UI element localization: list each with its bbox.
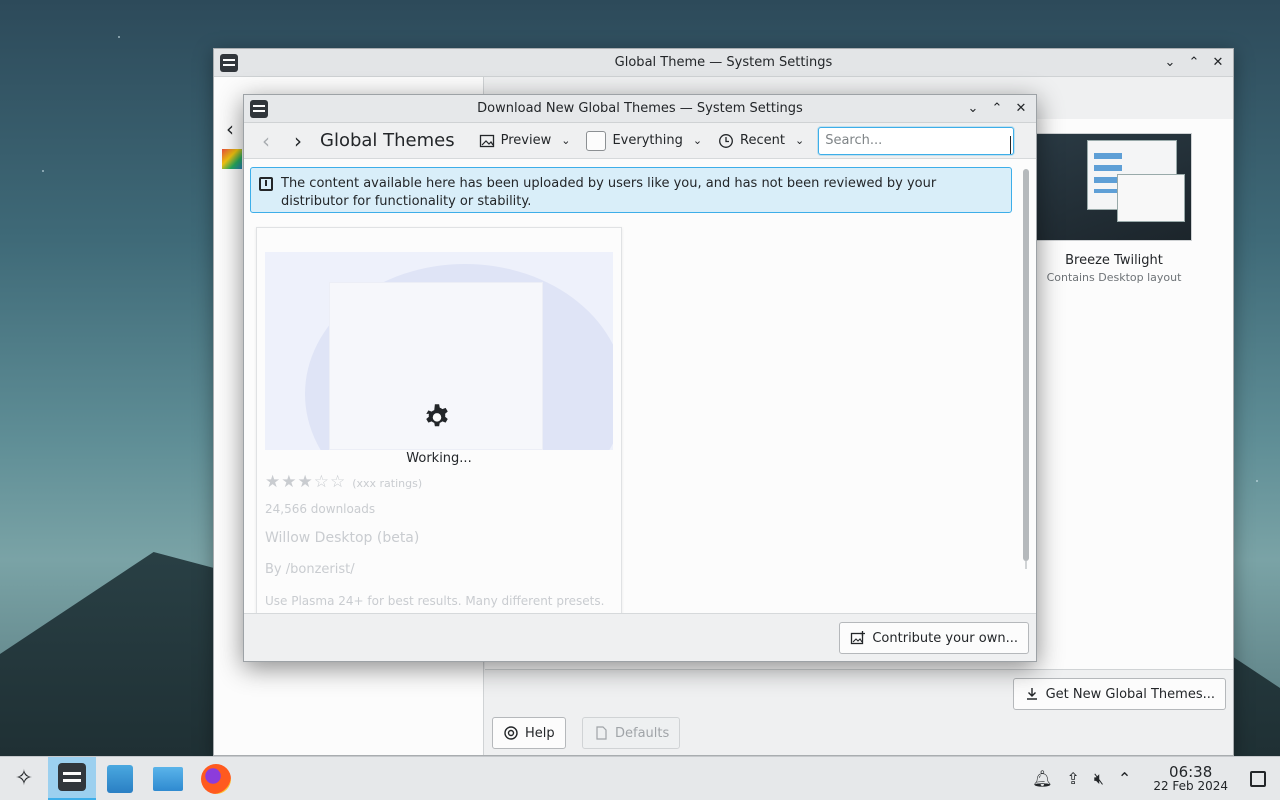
system-settings-app-icon xyxy=(250,99,268,118)
chevron-down-icon: ⌄ xyxy=(794,134,805,147)
view-mode-label: Preview xyxy=(500,133,552,148)
go-back-icon[interactable]: ‹ xyxy=(252,127,280,155)
task-system-settings[interactable] xyxy=(48,756,96,800)
settings-footer: Get New Global Themes... Help Defaults xyxy=(485,669,1233,755)
theme-name: Breeze Twilight xyxy=(1065,253,1163,268)
theme-item-description: Use Plasma 24+ for best results. Many di… xyxy=(265,594,605,608)
contribute-button[interactable]: Contribute your own... xyxy=(839,622,1029,654)
search-input[interactable] xyxy=(818,126,1015,155)
discover-icon xyxy=(107,764,133,793)
help-icon xyxy=(504,726,518,740)
content-warning-text: The content available here has been uplo… xyxy=(281,176,937,209)
theme-subtitle: Contains Desktop layout xyxy=(1046,271,1182,284)
scrollbar-thumb[interactable] xyxy=(1023,169,1029,561)
volume-muted-icon[interactable]: 🔇︎ xyxy=(1094,769,1104,789)
filter-dropdown[interactable]: Everything ⌄ xyxy=(580,127,708,155)
help-button[interactable]: Help xyxy=(492,717,566,749)
view-mode-dropdown[interactable]: Preview ⌄ xyxy=(473,127,577,155)
close-icon[interactable]: ✕ xyxy=(1012,100,1030,118)
firefox-icon xyxy=(201,763,231,794)
wallpaper-star xyxy=(1256,480,1258,482)
window-titlebar[interactable]: Global Theme — System Settings ⌄ ⌃ ✕ xyxy=(214,49,1233,77)
system-settings-app-icon xyxy=(220,53,238,72)
dialog-titlebar[interactable]: Download New Global Themes — System Sett… xyxy=(244,95,1036,123)
filter-checkbox[interactable] xyxy=(586,130,607,151)
application-launcher[interactable]: ✧ xyxy=(0,757,48,800)
sort-dropdown[interactable]: Recent ⌄ xyxy=(712,127,810,155)
sort-label: Recent xyxy=(740,133,785,148)
folder-icon xyxy=(153,766,183,791)
chevron-up-icon[interactable]: ⌃ xyxy=(1118,769,1131,788)
content-area: The content available here has been uplo… xyxy=(244,159,1036,613)
content-warning-banner: The content available here has been uplo… xyxy=(250,167,1012,213)
digital-clock[interactable]: 06:38 22 Feb 2024 xyxy=(1153,762,1228,793)
task-discover[interactable] xyxy=(96,757,144,800)
help-label: Help xyxy=(525,725,555,741)
theme-thumbnail xyxy=(1036,133,1192,241)
appearance-category-icon[interactable] xyxy=(222,149,242,169)
wallpaper-star xyxy=(42,170,44,172)
content-scrollbar[interactable] xyxy=(1022,169,1030,569)
minimize-icon[interactable]: ⌄ xyxy=(964,100,982,118)
dialog-toolbar: ‹ › Global Themes Preview ⌄ Everything ⌄… xyxy=(244,123,1036,159)
show-desktop-icon[interactable] xyxy=(1250,770,1266,787)
image-icon xyxy=(479,134,494,147)
maximize-icon[interactable]: ⌃ xyxy=(988,100,1006,118)
maximize-icon[interactable]: ⌃ xyxy=(1185,54,1203,72)
chevron-down-icon: ⌄ xyxy=(692,134,703,147)
dialog-footer: Contribute your own... xyxy=(244,613,1036,661)
wallpaper-star xyxy=(118,36,120,38)
get-new-label: Get New Global Themes... xyxy=(1045,686,1215,702)
theme-card-breeze-twilight[interactable]: Breeze Twilight Contains Desktop layout xyxy=(1036,133,1192,284)
dialog-title: Download New Global Themes — System Sett… xyxy=(477,101,803,116)
go-forward-icon[interactable]: › xyxy=(284,127,312,155)
theme-item-card[interactable]: ★★★☆☆ (xxx ratings) 24,566 downloads Will… xyxy=(256,227,622,613)
get-new-global-themes-button[interactable]: Get New Global Themes... xyxy=(1012,678,1226,710)
rating-stars: ★★★☆☆ (xxx ratings) xyxy=(265,472,423,492)
defaults-label: Defaults xyxy=(615,725,670,741)
task-firefox[interactable] xyxy=(192,757,240,800)
theme-item-title: Willow Desktop (beta) xyxy=(265,530,420,546)
close-icon[interactable]: ✕ xyxy=(1209,54,1227,72)
taskbar: ✧ 🔔︎ ⇪ 🔇︎ ⌃ 06:38 22 Feb 2024 xyxy=(0,756,1280,800)
theme-item-author: By /bonzerist/ xyxy=(265,562,355,577)
clock-icon xyxy=(719,133,733,148)
clock-time: 06:38 xyxy=(1169,762,1213,781)
image-add-icon xyxy=(851,631,866,645)
updates-icon[interactable]: ⇪ xyxy=(1066,769,1079,788)
launcher-icon: ✧ xyxy=(14,766,34,791)
defaults-button[interactable]: Defaults xyxy=(582,717,681,749)
download-icon xyxy=(1026,688,1037,700)
chevron-down-icon: ⌄ xyxy=(561,134,571,147)
page-title: Global Themes xyxy=(320,130,455,151)
notifications-icon[interactable]: 🔔︎ xyxy=(1032,769,1052,788)
download-themes-dialog: Download New Global Themes — System Sett… xyxy=(243,94,1037,662)
system-tray: 🔔︎ ⇪ 🔇︎ ⌃ 06:38 22 Feb 2024 xyxy=(1032,762,1266,793)
minimize-icon[interactable]: ⌄ xyxy=(1161,54,1179,72)
document-revert-icon xyxy=(596,726,607,740)
window-title: Global Theme — System Settings xyxy=(614,55,833,70)
contribute-label: Contribute your own... xyxy=(872,630,1018,646)
filter-label: Everything xyxy=(612,133,683,148)
info-icon xyxy=(259,177,273,191)
back-arrow-icon[interactable]: ‹ xyxy=(226,117,234,141)
text-cursor-icon xyxy=(1009,136,1013,154)
download-count: 24,566 downloads xyxy=(265,502,376,516)
theme-item-thumbnail xyxy=(265,252,613,450)
clock-date: 22 Feb 2024 xyxy=(1153,778,1228,793)
rating-count: (xxx ratings) xyxy=(352,477,423,490)
task-dolphin[interactable] xyxy=(144,757,192,800)
system-settings-icon xyxy=(58,763,86,791)
